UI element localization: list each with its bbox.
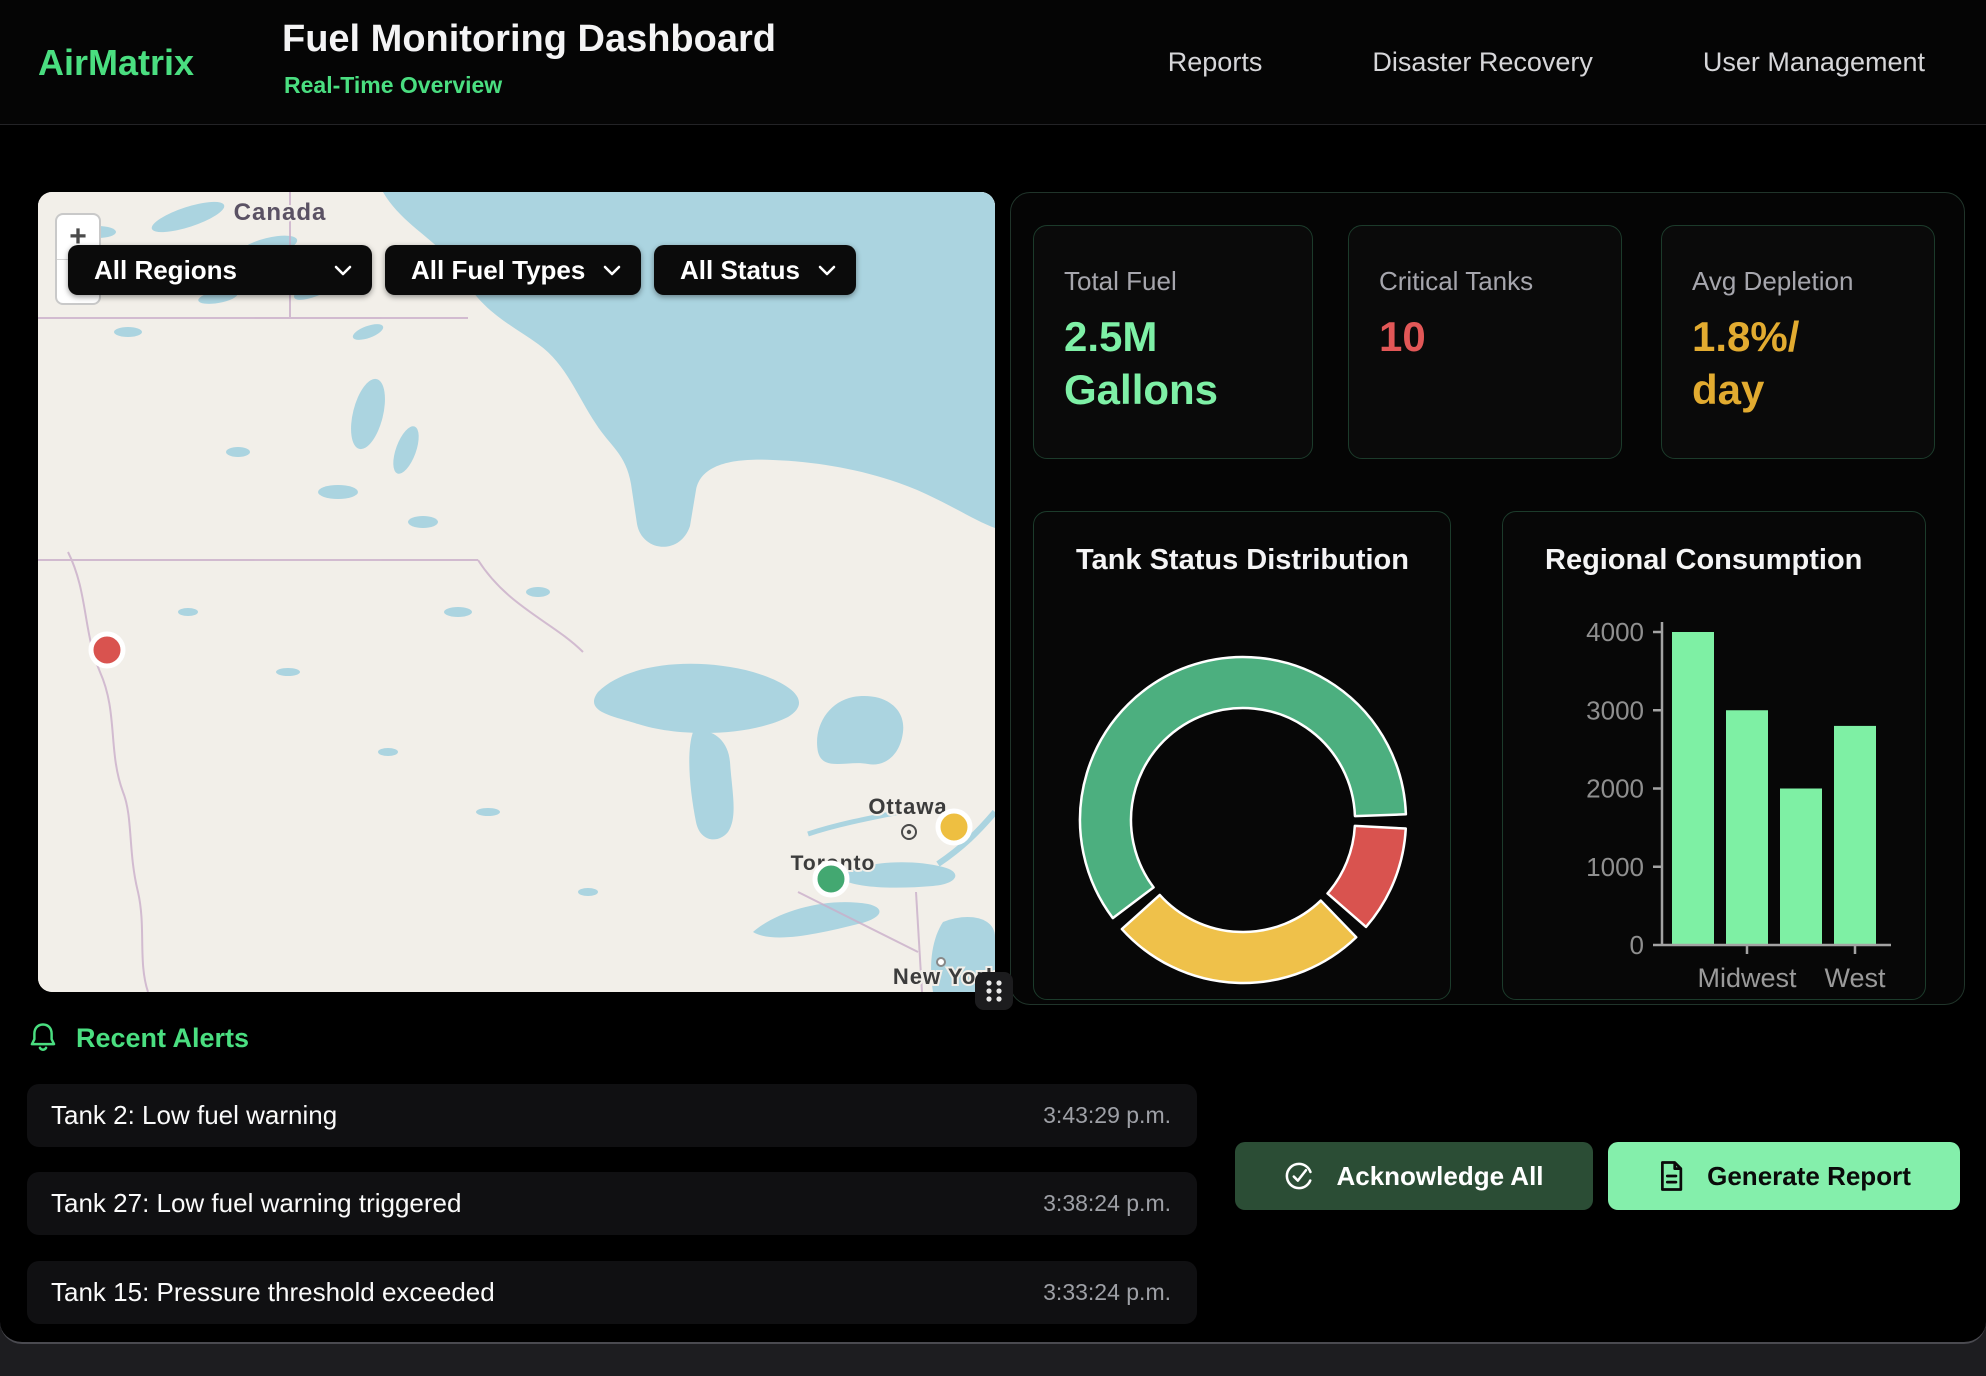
map[interactable]: Canada Ottawa Toronto New York + − All R… bbox=[38, 192, 995, 992]
acknowledge-all-button[interactable]: Acknowledge All bbox=[1235, 1142, 1593, 1210]
grip-dots-icon bbox=[983, 978, 1005, 1004]
screen: AirMatrix Fuel Monitoring Dashboard Real… bbox=[0, 0, 1986, 1376]
bar-region-1 bbox=[1726, 710, 1768, 945]
bar-region-2 bbox=[1780, 789, 1822, 946]
y-axis-tick-label: 2000 bbox=[1586, 774, 1644, 804]
alert-message: Tank 2: Low fuel warning bbox=[51, 1100, 337, 1131]
status-filter-value: All Status bbox=[680, 255, 800, 286]
bar-region-0 bbox=[1672, 632, 1714, 945]
map-label-ottawa: Ottawa bbox=[868, 794, 947, 819]
alert-message: Tank 27: Low fuel warning triggered bbox=[51, 1188, 461, 1219]
regional-consumption-chart-card: Regional Consumption 01000200030004000Mi… bbox=[1502, 511, 1926, 1000]
page-subtitle: Real-Time Overview bbox=[284, 72, 502, 99]
nav-disaster-recovery[interactable]: Disaster Recovery bbox=[1372, 47, 1593, 78]
kpi-critical-tanks: Critical Tanks 10 bbox=[1348, 225, 1622, 459]
region-filter-dropdown[interactable]: All Regions bbox=[68, 245, 372, 295]
tank-status-chart-card: Tank Status Distribution bbox=[1033, 511, 1451, 1000]
kpi-label: Total Fuel bbox=[1064, 266, 1312, 297]
app-window: AirMatrix Fuel Monitoring Dashboard Real… bbox=[0, 0, 1986, 1344]
chevron-down-icon bbox=[334, 265, 352, 276]
page-title: Fuel Monitoring Dashboard bbox=[282, 18, 776, 61]
kpi-value: 10 bbox=[1379, 311, 1621, 364]
donut-segment-critical bbox=[1328, 826, 1406, 927]
chevron-down-icon bbox=[818, 265, 836, 276]
donut-segment-warning bbox=[1122, 895, 1356, 983]
map-filter-bar: All Regions All Fuel Types All Status bbox=[68, 245, 856, 295]
status-filter-dropdown[interactable]: All Status bbox=[654, 245, 856, 295]
recent-alerts-header: Recent Alerts bbox=[28, 1022, 249, 1054]
header: AirMatrix Fuel Monitoring Dashboard Real… bbox=[0, 0, 1986, 125]
document-icon bbox=[1657, 1160, 1685, 1192]
alert-timestamp: 3:38:24 p.m. bbox=[1043, 1190, 1171, 1217]
kpi-value: 1.8%/day bbox=[1692, 311, 1934, 416]
nav-reports[interactable]: Reports bbox=[1168, 47, 1263, 78]
check-circle-icon bbox=[1284, 1161, 1314, 1191]
tank-marker-normal[interactable] bbox=[815, 863, 847, 895]
new-york-town-icon bbox=[937, 958, 945, 966]
resize-handle[interactable] bbox=[975, 972, 1013, 1010]
tank-marker-warning[interactable] bbox=[938, 811, 970, 843]
kpi-label: Critical Tanks bbox=[1379, 266, 1621, 297]
bar-region-3 bbox=[1834, 726, 1876, 945]
kpi-avg-depletion: Avg Depletion 1.8%/day bbox=[1661, 225, 1935, 459]
generate-report-button[interactable]: Generate Report bbox=[1608, 1142, 1960, 1210]
donut-chart bbox=[1034, 512, 1451, 1000]
map-canvas: Canada Ottawa Toronto New York bbox=[38, 192, 995, 992]
alert-row: Tank 2: Low fuel warning 3:43:29 p.m. bbox=[27, 1084, 1197, 1147]
x-axis-tick-label: Midwest bbox=[1697, 963, 1797, 993]
alert-timestamp: 3:33:24 p.m. bbox=[1043, 1279, 1171, 1306]
brand-logo: AirMatrix bbox=[38, 42, 194, 84]
bell-icon bbox=[28, 1022, 58, 1054]
map-label-canada: Canada bbox=[234, 199, 327, 226]
y-axis-tick-label: 3000 bbox=[1586, 695, 1644, 725]
x-axis-tick-label: West bbox=[1824, 963, 1886, 993]
tank-marker-critical[interactable] bbox=[91, 634, 123, 666]
kpi-value: 2.5MGallons bbox=[1064, 311, 1312, 416]
main-nav: Reports Disaster Recovery User Managemen… bbox=[1168, 0, 1925, 125]
y-axis-tick-label: 4000 bbox=[1586, 617, 1644, 647]
recent-alerts-title: Recent Alerts bbox=[76, 1023, 249, 1054]
bar-chart: 0 1000 2000 3000 4000 Midwest West bbox=[1503, 512, 1926, 1000]
nav-user-management[interactable]: User Management bbox=[1703, 47, 1925, 78]
acknowledge-all-label: Acknowledge All bbox=[1336, 1161, 1543, 1192]
generate-report-label: Generate Report bbox=[1707, 1161, 1911, 1192]
y-axis-tick-label: 1000 bbox=[1586, 852, 1644, 882]
fuel-type-filter-value: All Fuel Types bbox=[411, 255, 585, 286]
y-axis-tick-label: 0 bbox=[1630, 930, 1644, 960]
chevron-down-icon bbox=[603, 265, 621, 276]
alert-message: Tank 15: Pressure threshold exceeded bbox=[51, 1277, 495, 1308]
fuel-type-filter-dropdown[interactable]: All Fuel Types bbox=[385, 245, 641, 295]
kpi-total-fuel: Total Fuel 2.5MGallons bbox=[1033, 225, 1313, 459]
alert-row: Tank 15: Pressure threshold exceeded 3:3… bbox=[27, 1261, 1197, 1324]
stats-panel: Total Fuel 2.5MGallons Critical Tanks 10… bbox=[1010, 192, 1965, 1005]
alert-row: Tank 27: Low fuel warning triggered 3:38… bbox=[27, 1172, 1197, 1235]
kpi-label: Avg Depletion bbox=[1692, 266, 1934, 297]
region-filter-value: All Regions bbox=[94, 255, 237, 286]
alert-timestamp: 3:43:29 p.m. bbox=[1043, 1102, 1171, 1129]
